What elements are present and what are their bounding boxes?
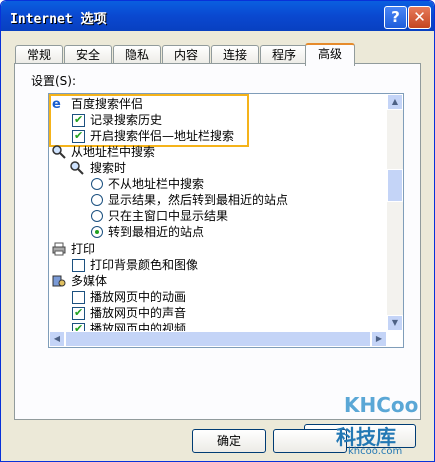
settings-label: 设置(S):	[31, 74, 77, 88]
window-title: Internet 选项	[10, 12, 107, 27]
scroll-right-icon[interactable]: ▶	[371, 331, 387, 347]
search-icon	[70, 161, 84, 175]
tab-connections[interactable]: 连接	[211, 45, 259, 64]
scroll-thumb[interactable]	[387, 169, 403, 202]
watermark-logo: KHCoo 科技库 khcoo.com	[326, 391, 426, 461]
multimedia-icon	[52, 275, 66, 287]
checkbox[interactable]	[72, 305, 85, 321]
radio[interactable]	[91, 178, 103, 190]
checkbox[interactable]	[72, 112, 85, 128]
scroll-down-icon[interactable]: ▼	[387, 315, 403, 331]
watermark-url: khcoo.com	[348, 446, 403, 457]
radio[interactable]	[91, 226, 103, 238]
checkbox[interactable]	[72, 128, 85, 144]
tab-security[interactable]: 安全	[64, 45, 112, 64]
printer-icon	[52, 242, 66, 256]
tab-advanced[interactable]: 高级	[305, 43, 355, 66]
horizontal-scrollbar[interactable]: ◀ ▶	[49, 331, 387, 347]
radio[interactable]	[91, 194, 103, 206]
hscroll-thumb[interactable]	[65, 331, 371, 347]
tab-privacy[interactable]: 隐私	[113, 45, 161, 64]
checkbox[interactable]	[72, 291, 85, 304]
title-bar[interactable]: Internet 选项 ? ✕	[1, 1, 434, 31]
help-button[interactable]: ?	[384, 6, 407, 29]
vertical-scrollbar[interactable]: ▲ ▼	[387, 94, 403, 331]
scroll-left-icon[interactable]: ◀	[49, 331, 65, 347]
ok-button[interactable]: 确定	[192, 429, 266, 453]
ie-icon: e	[52, 97, 61, 112]
checkbox[interactable]	[72, 259, 85, 272]
settings-list[interactable]: e 百度搜索伴侣 记录搜索历史 开启搜索伴侣—地址栏搜索 从地址栏中搜索	[48, 93, 404, 348]
search-icon	[52, 145, 66, 159]
tab-programs[interactable]: 程序	[260, 45, 308, 64]
scroll-up-icon[interactable]: ▲	[387, 94, 403, 110]
internet-options-window: Internet 选项 ? ✕ 常规 安全 隐私 内容 连接 程序 高级 设置(…	[0, 0, 435, 462]
tab-general[interactable]: 常规	[15, 45, 63, 64]
tab-content[interactable]: 内容	[162, 45, 210, 64]
radio[interactable]	[91, 210, 103, 222]
advanced-panel: 设置(S): e 百度搜索伴侣 记录搜索历史 开启搜索伴侣—地址栏搜索 从地址	[14, 63, 421, 448]
close-button[interactable]: ✕	[408, 6, 431, 29]
watermark-brand: KHCoo	[344, 393, 419, 417]
